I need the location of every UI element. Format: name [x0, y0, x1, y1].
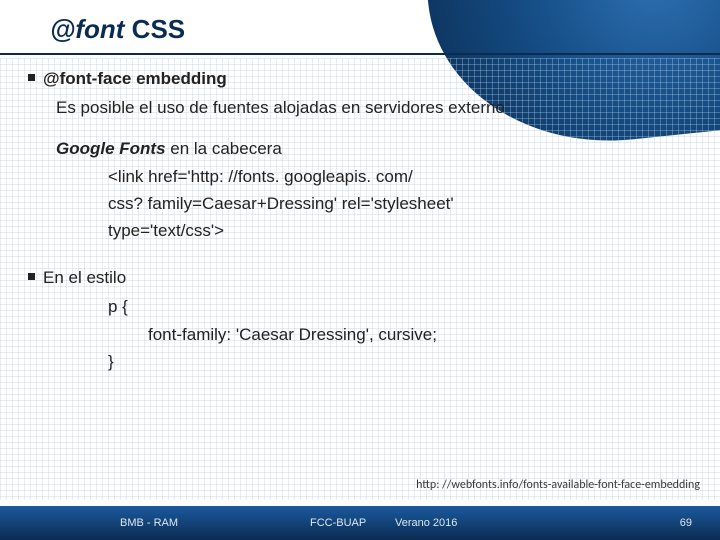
slide-title: @font CSS [0, 0, 720, 53]
estilo-heading: En el estilo [43, 264, 692, 291]
bullet-estilo: En el estilo [28, 264, 692, 291]
bullet-fontface: @font-face embedding [28, 65, 692, 92]
google-fonts-line: Google Fonts en la cabecera [28, 135, 692, 162]
link-line-3: type='text/css'> [28, 217, 692, 244]
link-line-1: <link href='http: //fonts. googleapis. c… [28, 163, 692, 190]
title-rest: CSS [124, 14, 185, 44]
slide: @font CSS @font-face embedding Es posibl… [0, 0, 720, 540]
footer-author: BMB - RAM [120, 517, 178, 529]
footer-page: 69 [680, 517, 692, 529]
google-fonts-suffix: en la cabecera [166, 139, 282, 158]
source-link: http: //webfonts.info/fonts-available-fo… [416, 478, 700, 492]
google-fonts-label: Google Fonts [56, 139, 166, 158]
content-area: @font-face embedding Es posible el uso d… [0, 65, 720, 375]
footer-term: Verano 2016 [395, 517, 457, 529]
title-italic: @font [50, 14, 124, 44]
link-line-2: css? family=Caesar+Dressing' rel='styles… [28, 190, 692, 217]
square-bullet-icon [28, 74, 35, 81]
square-bullet-icon [28, 273, 35, 280]
css-open: p { [28, 293, 692, 320]
footer-org: FCC-BUAP [310, 517, 366, 529]
fontface-heading: @font-face embedding [43, 65, 692, 92]
css-rule: font-family: 'Caesar Dressing', cursive; [28, 321, 692, 348]
footer-bar: BMB - RAM FCC-BUAP Verano 2016 69 [0, 506, 720, 540]
css-close: } [28, 348, 692, 375]
title-rule [0, 53, 720, 55]
fontface-desc: Es posible el uso de fuentes alojadas en… [28, 94, 692, 121]
